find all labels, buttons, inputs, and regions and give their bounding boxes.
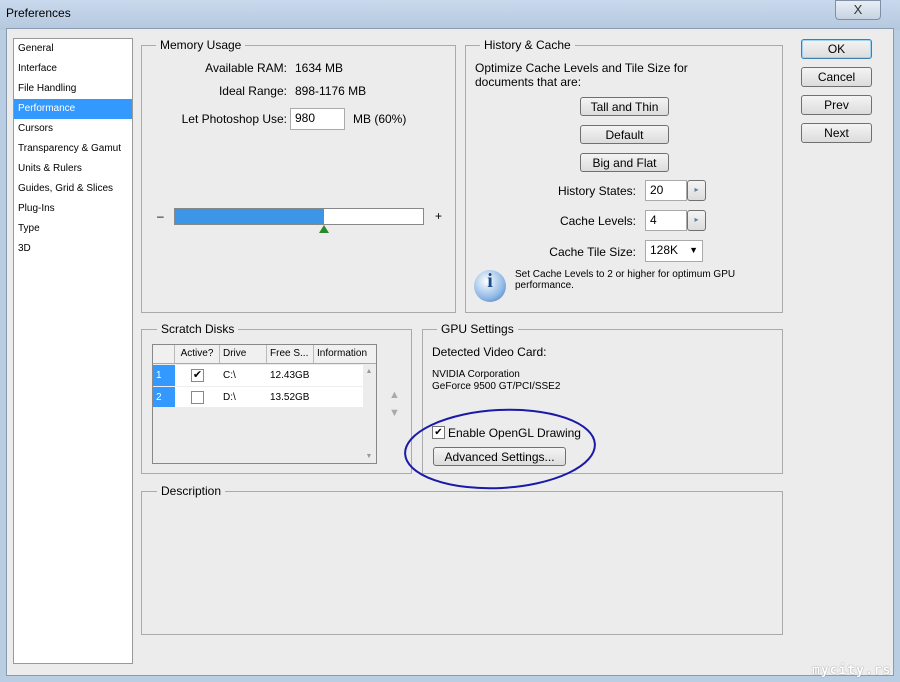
nav-item-interface[interactable]: Interface <box>14 59 132 79</box>
big-flat-button[interactable]: Big and Flat <box>580 153 669 172</box>
nav-item-performance[interactable]: Performance <box>14 99 132 119</box>
active-checkbox[interactable] <box>191 390 204 404</box>
window-title: Preferences <box>6 6 71 20</box>
nav-item-units[interactable]: Units & Rulers <box>14 159 132 179</box>
info-icon: i <box>474 270 506 302</box>
table-row[interactable]: 1 ✔ C:\ 12.43GB <box>153 365 363 386</box>
cache-levels-label: Cache Levels: <box>559 214 636 228</box>
header-free-space[interactable]: Free S... <box>267 345 314 363</box>
photoshop-use-label: Let Photoshop Use: <box>181 112 287 126</box>
ideal-range-label: Ideal Range: <box>218 84 287 98</box>
nav-item-plugins[interactable]: Plug-Ins <box>14 199 132 219</box>
gpu-vendor: NVIDIA Corporation <box>432 369 520 380</box>
cache-levels-stepper-icon[interactable]: ▸ <box>687 210 706 231</box>
header-drive[interactable]: Drive <box>220 345 267 363</box>
cache-levels-input[interactable]: 4 <box>645 210 687 231</box>
available-ram-value: 1634 MB <box>295 61 344 75</box>
memory-slider-fill <box>175 209 324 224</box>
free-space-cell: 13.52GB <box>270 392 310 403</box>
cache-info-text: Set Cache Levels to 2 or higher for opti… <box>515 269 736 291</box>
move-down-icon[interactable]: ▼ <box>389 407 400 419</box>
cache-optimize-text: Optimize Cache Levels and Tile Size for … <box>475 61 688 89</box>
history-states-input[interactable]: 20 <box>645 180 687 201</box>
photoshop-use-suffix: MB (60%) <box>353 112 407 126</box>
watermark: mycity.rs <box>812 663 892 678</box>
table-scrollbar[interactable]: ▲ ▼ <box>362 364 376 463</box>
header-information[interactable]: Information <box>314 345 374 363</box>
cancel-button[interactable]: Cancel <box>801 67 872 87</box>
ideal-range-value: 898-1176 MB <box>295 84 367 98</box>
scratch-disks-table: Active? Drive Free S... Information 1 ✔ … <box>152 344 377 464</box>
cache-tile-select[interactable]: 128K ▼ <box>645 240 703 262</box>
description-group <box>141 491 783 635</box>
nav-item-3d[interactable]: 3D <box>14 239 132 259</box>
nav-item-guides[interactable]: Guides, Grid & Slices <box>14 179 132 199</box>
history-cache-title: History & Cache <box>480 38 575 52</box>
move-up-icon[interactable]: ▲ <box>389 389 400 401</box>
category-list[interactable]: General Interface File Handling Performa… <box>13 38 133 664</box>
title-bar <box>0 0 900 30</box>
gpu-settings-title: GPU Settings <box>437 322 518 336</box>
free-space-cell: 12.43GB <box>270 370 310 381</box>
memory-minus: – <box>157 209 164 223</box>
prev-button[interactable]: Prev <box>801 95 872 115</box>
history-states-stepper-icon[interactable]: ▸ <box>687 180 706 201</box>
default-button[interactable]: Default <box>580 125 669 144</box>
gpu-card: GeForce 9500 GT/PCI/SSE2 <box>432 381 561 392</box>
nav-item-file-handling[interactable]: File Handling <box>14 79 132 99</box>
detected-card-label: Detected Video Card: <box>432 345 547 359</box>
annotation-circle <box>404 408 596 490</box>
memory-slider-track[interactable] <box>174 208 424 225</box>
drive-cell: D:\ <box>223 392 236 403</box>
history-states-label: History States: <box>557 184 636 198</box>
nav-item-cursors[interactable]: Cursors <box>14 119 132 139</box>
cache-tile-label: Cache Tile Size: <box>549 245 636 259</box>
close-button[interactable]: X <box>835 0 881 20</box>
ok-button[interactable]: OK <box>801 39 872 59</box>
nav-item-type[interactable]: Type <box>14 219 132 239</box>
tall-thin-button[interactable]: Tall and Thin <box>580 97 669 116</box>
photoshop-use-input[interactable]: 980 <box>290 108 345 130</box>
header-active[interactable]: Active? <box>175 345 220 363</box>
cache-tile-value: 128K <box>650 243 679 257</box>
memory-plus: + <box>435 209 443 223</box>
memory-usage-title: Memory Usage <box>156 38 246 52</box>
nav-item-transparency[interactable]: Transparency & Gamut <box>14 139 132 159</box>
scratch-disks-title: Scratch Disks <box>157 322 239 336</box>
chevron-down-icon: ▼ <box>689 245 698 255</box>
active-checkbox[interactable]: ✔ <box>191 368 204 382</box>
description-title: Description <box>157 484 226 498</box>
next-button[interactable]: Next <box>801 123 872 143</box>
drive-cell: C:\ <box>223 370 236 381</box>
table-row[interactable]: 2 D:\ 13.52GB <box>153 386 363 407</box>
row-number: 1 <box>153 365 175 386</box>
nav-item-general[interactable]: General <box>14 39 132 59</box>
row-number: 2 <box>153 387 175 407</box>
available-ram-label: Available RAM: <box>205 61 287 75</box>
memory-slider-thumb[interactable] <box>318 225 329 233</box>
